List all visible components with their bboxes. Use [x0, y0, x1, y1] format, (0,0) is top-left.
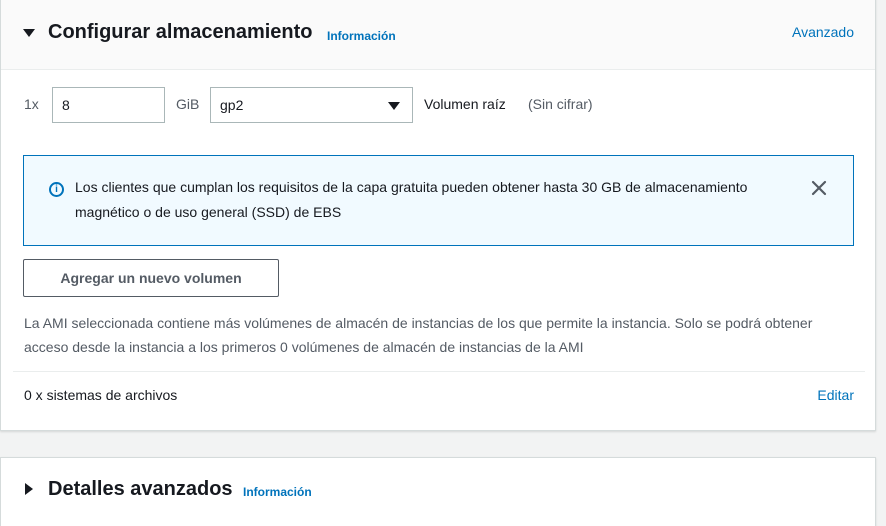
- free-tier-alert-message: Los clientes que cumplan los requisitos …: [75, 179, 748, 220]
- edit-filesystems-link[interactable]: Editar: [817, 387, 854, 403]
- caret-right-icon[interactable]: [25, 483, 33, 495]
- configure-storage-panel: Configurar almacenamiento Información Av…: [0, 0, 876, 431]
- storage-info-link[interactable]: Información: [327, 29, 396, 43]
- info-icon: i: [49, 182, 64, 197]
- free-tier-alert: i Los clientes que cumplan los requisito…: [23, 155, 854, 246]
- volume-count-label: 1x: [24, 96, 39, 112]
- filesystems-label: 0 x sistemas de archivos: [24, 387, 178, 403]
- configure-storage-header[interactable]: Configurar almacenamiento Información Av…: [1, 0, 875, 70]
- caret-down-icon[interactable]: [23, 29, 35, 37]
- add-volume-button[interactable]: Agregar un nuevo volumen: [23, 259, 279, 297]
- advanced-link[interactable]: Avanzado: [792, 24, 854, 40]
- chevron-down-icon: [388, 102, 400, 110]
- divider: [13, 371, 865, 372]
- encryption-label: (Sin cifrar): [528, 96, 593, 112]
- advanced-details-header[interactable]: Detalles avanzados Información: [1, 458, 875, 518]
- advanced-details-title: Detalles avanzados: [48, 478, 233, 500]
- volume-size-unit: GiB: [176, 96, 200, 112]
- root-volume-label: Volumen raíz: [424, 96, 506, 112]
- ami-instance-store-notice: La AMI seleccionada contiene más volúmen…: [24, 315, 813, 355]
- advanced-details-info-link[interactable]: Información: [243, 485, 312, 499]
- volume-type-value: gp2: [220, 97, 244, 113]
- configure-storage-title: Configurar almacenamiento: [48, 21, 313, 43]
- close-icon[interactable]: [809, 178, 829, 198]
- advanced-details-panel: Detalles avanzados Información: [0, 457, 876, 526]
- volume-type-select[interactable]: gp2: [210, 87, 413, 123]
- volume-size-input[interactable]: 8: [52, 87, 165, 123]
